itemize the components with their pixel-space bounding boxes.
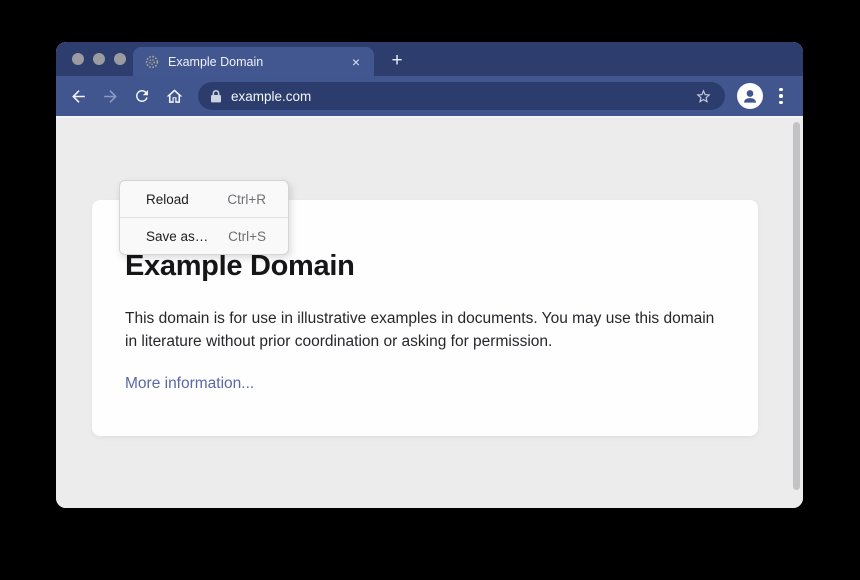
close-window-button[interactable] [72,53,84,65]
home-button[interactable] [158,80,190,112]
menu-item-label: Save as… [146,229,208,244]
menu-item-label: Reload [146,192,189,207]
kebab-dot [779,88,783,92]
page-paragraph: This domain is for use in illustrative e… [125,307,718,353]
person-icon [740,86,760,106]
page-viewport: Example Domain This domain is for use in… [56,116,803,508]
address-bar[interactable]: example.com [198,82,725,110]
tab-close-icon[interactable]: × [350,55,362,69]
home-icon [165,87,184,106]
tab-example-domain[interactable]: Example Domain × [133,47,374,76]
star-icon [695,88,712,105]
title-bar: Example Domain × + [56,42,803,76]
reload-button[interactable] [126,80,158,112]
context-menu-item-reload[interactable]: Reload Ctrl+R [120,181,288,217]
new-tab-button[interactable]: + [386,49,408,73]
reload-icon [133,87,151,105]
tab-title: Example Domain [168,55,350,69]
menu-item-shortcut: Ctrl+S [228,229,266,244]
lock-icon [210,89,222,103]
more-information-link[interactable]: More information... [125,375,254,393]
context-menu-item-save-as[interactable]: Save as… Ctrl+S [120,217,288,254]
back-arrow-icon [69,87,88,106]
url-text: example.com [231,89,691,104]
profile-avatar-button[interactable] [737,83,763,109]
kebab-dot [779,94,783,98]
back-button[interactable] [62,80,94,112]
maximize-window-button[interactable] [114,53,126,65]
browser-menu-button[interactable] [769,80,793,112]
context-menu: Reload Ctrl+R Save as… Ctrl+S [119,180,289,255]
bookmark-star-button[interactable] [691,84,715,108]
vertical-scrollbar[interactable] [793,122,800,490]
forward-arrow-icon [101,87,120,106]
menu-item-shortcut: Ctrl+R [227,192,266,207]
forward-button[interactable] [94,80,126,112]
traffic-lights [72,53,126,65]
browser-window: Example Domain × + example.com [56,42,803,508]
kebab-dot [779,101,783,105]
globe-favicon-icon [145,55,159,69]
minimize-window-button[interactable] [93,53,105,65]
browser-toolbar: example.com [56,76,803,116]
